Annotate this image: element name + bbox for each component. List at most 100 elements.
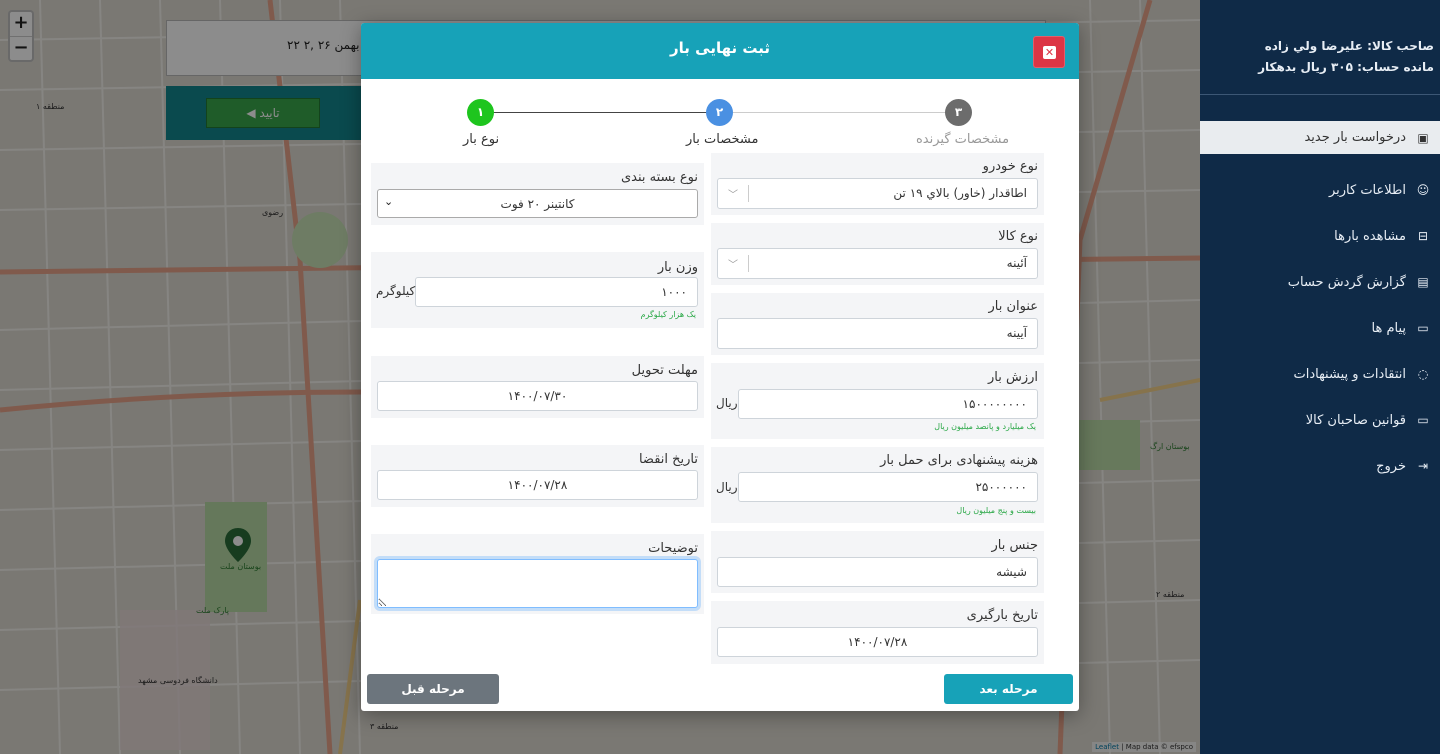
load-value-value: ۱۵۰۰۰۰۰۰۰۰ bbox=[962, 397, 1027, 411]
load-value-unit: ریال bbox=[716, 396, 738, 410]
description-textarea[interactable] bbox=[377, 559, 698, 608]
load-title-group: عنوان بار آیینه bbox=[711, 293, 1044, 355]
goods-type-value: آئینه bbox=[1006, 256, 1027, 270]
step-3-label: مشخصات گیرنده bbox=[916, 132, 1010, 147]
modal-title: ثبت نهایی بار bbox=[670, 39, 770, 57]
sidebar-item-label: مشاهده بارها bbox=[1334, 228, 1406, 244]
close-button[interactable]: ✕ bbox=[1033, 36, 1065, 68]
stepper: ۱ نوع بار ۲ مشخصات بار ۳ مشخصات گیرنده bbox=[361, 97, 1079, 157]
sidebar-item-label: پیام ها bbox=[1371, 320, 1407, 336]
weight-unit: کیلوگرم bbox=[376, 284, 416, 298]
step-connector bbox=[481, 112, 721, 113]
previous-step-button[interactable]: مرحله قبل bbox=[367, 674, 499, 704]
sidebar-item-account-report[interactable]: ▤ گزارش گردش حساب bbox=[1200, 259, 1440, 305]
sidebar-item-rules[interactable]: ▭ قوانین صاحبان کالا bbox=[1200, 397, 1440, 443]
close-icon: ✕ bbox=[1043, 46, 1056, 59]
step-1-label: نوع بار bbox=[463, 132, 500, 147]
delivery-deadline-value: ۱۴۰۰/۰۷/۳۰ bbox=[507, 389, 568, 403]
weight-value: ۱۰۰۰ bbox=[661, 285, 687, 299]
sidebar-item-label: درخواست بار جدید bbox=[1304, 130, 1406, 145]
sidebar-menu: ▣ درخواست بار جدید ☺ اطلاعات کاربر ⊟ مشا… bbox=[1200, 121, 1440, 489]
packing-type-select[interactable]: کانتینر ۲۰ فوت ⌄ bbox=[377, 189, 698, 218]
modal-header: ثبت نهایی بار ✕ bbox=[361, 23, 1079, 79]
load-value-hint: یک میلیارد و پانصد میلیون ریال bbox=[934, 422, 1036, 431]
sidebar-item-label: قوانین صاحبان کالا bbox=[1305, 412, 1406, 428]
goods-type-select[interactable]: آئینه ﹀ bbox=[717, 248, 1038, 279]
sidebar-item-user-info[interactable]: ☺ اطلاعات کاربر bbox=[1200, 167, 1440, 213]
expiry-date-group: تاریخ انقضا ۱۴۰۰/۰۷/۲۸ bbox=[371, 445, 704, 507]
final-registration-modal: ثبت نهایی بار ✕ ۱ نوع بار ۲ مشخصات بار ۳… bbox=[361, 23, 1079, 711]
material-group: جنس بار شیشه bbox=[711, 531, 1044, 593]
sidebar-item-label: خروج bbox=[1376, 458, 1406, 474]
logout-icon: ⇥ bbox=[1417, 459, 1429, 473]
load-value-label: ارزش بار bbox=[987, 370, 1038, 385]
expiry-date-input[interactable]: ۱۴۰۰/۰۷/۲۸ bbox=[377, 470, 698, 500]
load-value-input[interactable]: ۱۵۰۰۰۰۰۰۰۰ bbox=[738, 389, 1038, 419]
loading-date-label: تاریخ بارگیری bbox=[966, 608, 1038, 623]
rules-icon: ▭ bbox=[1417, 413, 1429, 427]
sidebar-item-label: اطلاعات کاربر bbox=[1328, 182, 1406, 198]
proposed-cost-group: هزینه پیشنهادی برای حمل بار ۲۵۰۰۰۰۰۰ ریا… bbox=[711, 447, 1044, 523]
weight-input[interactable]: ۱۰۰۰ bbox=[415, 277, 698, 307]
money-icon: ▤ bbox=[1417, 275, 1429, 289]
message-icon: ▭ bbox=[1417, 321, 1429, 335]
comment-icon: ◌ bbox=[1417, 367, 1429, 381]
loading-date-group: تاریخ بارگیری ۱۴۰۰/۰۷/۲۸ bbox=[711, 601, 1044, 664]
sidebar-item-view-loads[interactable]: ⊟ مشاهده بارها bbox=[1200, 213, 1440, 259]
proposed-cost-unit: ریال bbox=[716, 480, 738, 494]
goods-type-label: نوع کالا bbox=[998, 229, 1038, 244]
description-label: توضیحات bbox=[648, 541, 698, 556]
load-title-label: عنوان بار bbox=[988, 299, 1038, 314]
delivery-deadline-input[interactable]: ۱۴۰۰/۰۷/۳۰ bbox=[377, 381, 698, 411]
proposed-cost-hint: بیست و پنج میلیون ریال bbox=[956, 506, 1036, 515]
box-icon: ▣ bbox=[1417, 130, 1429, 145]
weight-hint: یک هزار کیلوگرم bbox=[640, 310, 696, 319]
goods-type-group: نوع کالا آئینه ﹀ bbox=[711, 223, 1044, 285]
load-title-input[interactable]: آیینه bbox=[717, 318, 1038, 349]
expiry-date-label: تاریخ انقضا bbox=[638, 452, 698, 467]
description-group: توضیحات bbox=[371, 534, 704, 614]
step-2-circle[interactable]: ۲ bbox=[706, 99, 733, 126]
load-value-group: ارزش بار ۱۵۰۰۰۰۰۰۰۰ ریال یک میلیارد و پا… bbox=[711, 363, 1044, 439]
packing-type-label: نوع بسته بندی bbox=[620, 170, 698, 185]
sidebar-item-label: گزارش گردش حساب bbox=[1287, 274, 1406, 290]
loading-date-value: ۱۴۰۰/۰۷/۲۸ bbox=[847, 635, 908, 649]
select-divider bbox=[748, 185, 749, 202]
load-title-value: آیینه bbox=[1006, 326, 1027, 340]
chevron-down-icon: ⌄ bbox=[384, 195, 394, 208]
weight-group: وزن بار ۱۰۰۰ کیلوگرم یک هزار کیلوگرم bbox=[371, 252, 704, 328]
account-balance: مانده حساب: ۳۰۵ ریال بدهکار bbox=[1258, 60, 1434, 74]
vehicle-type-select[interactable]: اطاقدار (خاور) بالاي ۱۹ تن ﹀ bbox=[717, 178, 1038, 209]
sidebar-item-messages[interactable]: ▭ پیام ها bbox=[1200, 305, 1440, 351]
sidebar-item-logout[interactable]: ⇥ خروج bbox=[1200, 443, 1440, 489]
weight-label: وزن بار bbox=[657, 260, 698, 275]
packing-type-group: نوع بسته بندی کانتینر ۲۰ فوت ⌄ bbox=[371, 163, 704, 225]
proposed-cost-value: ۲۵۰۰۰۰۰۰ bbox=[975, 480, 1027, 494]
owner-name: صاحب کالا: علیرضا ولي زاده bbox=[1264, 39, 1434, 53]
loading-date-input[interactable]: ۱۴۰۰/۰۷/۲۸ bbox=[717, 627, 1038, 657]
step-1-circle[interactable]: ۱ bbox=[467, 99, 494, 126]
user-icon: ☺ bbox=[1416, 183, 1430, 197]
step-2-label: مشخصات بار bbox=[686, 132, 759, 147]
vehicle-type-label: نوع خودرو bbox=[982, 159, 1038, 174]
vehicle-type-group: نوع خودرو اطاقدار (خاور) بالاي ۱۹ تن ﹀ bbox=[711, 153, 1044, 215]
proposed-cost-input[interactable]: ۲۵۰۰۰۰۰۰ bbox=[738, 472, 1038, 502]
material-input[interactable]: شیشه bbox=[717, 557, 1038, 587]
sidebar-item-new-request[interactable]: ▣ درخواست بار جدید bbox=[1200, 121, 1440, 154]
vehicle-type-value: اطاقدار (خاور) بالاي ۱۹ تن bbox=[893, 186, 1027, 200]
packing-type-value: کانتینر ۲۰ فوت bbox=[500, 197, 575, 211]
sidebar-item-label: انتقادات و پیشنهادات bbox=[1293, 366, 1406, 382]
chevron-down-icon: ﹀ bbox=[728, 190, 738, 201]
chevron-down-icon: ﹀ bbox=[728, 260, 738, 271]
material-label: جنس بار bbox=[991, 538, 1038, 553]
material-value: شیشه bbox=[996, 565, 1027, 579]
sidebar-item-feedback[interactable]: ◌ انتقادات و پیشنهادات bbox=[1200, 351, 1440, 397]
step-connector bbox=[721, 112, 961, 113]
delivery-deadline-label: مهلت تحویل bbox=[631, 363, 698, 378]
next-step-button[interactable]: مرحله بعد bbox=[944, 674, 1073, 704]
delivery-deadline-group: مهلت تحویل ۱۴۰۰/۰۷/۳۰ bbox=[371, 356, 704, 418]
proposed-cost-label: هزینه پیشنهادی برای حمل بار bbox=[880, 453, 1038, 468]
step-3-circle[interactable]: ۳ bbox=[945, 99, 972, 126]
sidebar: صاحب کالا: علیرضا ولي زاده مانده حساب: ۳… bbox=[1200, 0, 1440, 754]
account-summary: صاحب کالا: علیرضا ولي زاده مانده حساب: ۳… bbox=[1200, 0, 1440, 95]
